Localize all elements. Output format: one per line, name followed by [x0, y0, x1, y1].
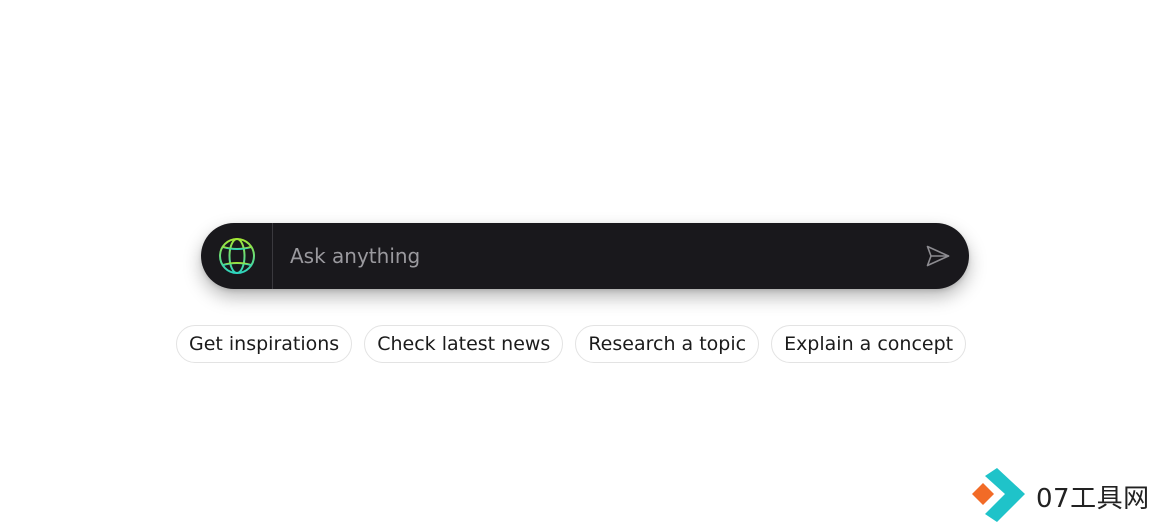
- watermark-logo-icon: [972, 468, 1025, 522]
- search-input[interactable]: [273, 223, 907, 289]
- chip-check-latest-news[interactable]: Check latest news: [364, 325, 564, 363]
- send-icon: [926, 245, 950, 267]
- search-bar: [201, 223, 969, 289]
- suggestion-chips: Get inspirations Check latest news Resea…: [176, 325, 967, 363]
- globe-button[interactable]: [201, 223, 273, 289]
- watermark: 07工具网: [970, 468, 1150, 524]
- watermark-text: 07工具网: [1036, 483, 1150, 514]
- globe-icon: [218, 238, 255, 274]
- chip-research-a-topic[interactable]: Research a topic: [575, 325, 760, 363]
- chip-explain-a-concept[interactable]: Explain a concept: [771, 325, 967, 363]
- send-button[interactable]: [907, 223, 969, 289]
- chip-get-inspirations[interactable]: Get inspirations: [176, 325, 353, 363]
